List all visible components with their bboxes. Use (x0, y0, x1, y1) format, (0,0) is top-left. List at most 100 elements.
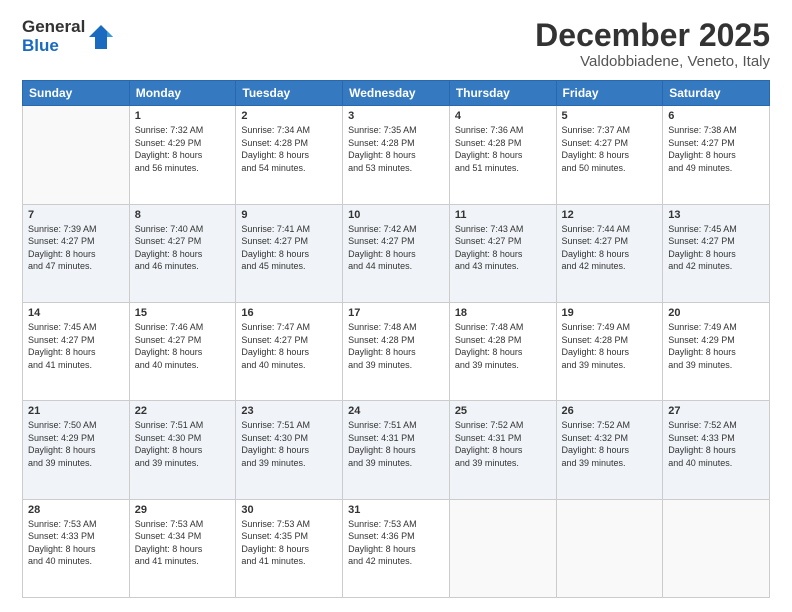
calendar-week-row: 21 Sunrise: 7:50 AM Sunset: 4:29 PM Dayli… (23, 401, 770, 499)
calendar-header-row: Sunday Monday Tuesday Wednesday Thursday… (23, 81, 770, 106)
day-info: Sunrise: 7:51 AM Sunset: 4:30 PM Dayligh… (241, 419, 337, 469)
table-row: 13Sunrise: 7:45 AM Sunset: 4:27 PM Dayli… (663, 204, 770, 302)
col-sunday: Sunday (23, 81, 130, 106)
day-info: Sunrise: 7:52 AM Sunset: 4:32 PM Dayligh… (562, 419, 658, 469)
day-info: Sunrise: 7:39 AM Sunset: 4:27 PM Dayligh… (28, 223, 124, 273)
table-row: 4 Sunrise: 7:36 AM Sunset: 4:28 PM Daylig… (449, 106, 556, 204)
day-info: Sunrise: 7:51 AM Sunset: 4:31 PM Dayligh… (348, 419, 444, 469)
table-row: 15 Sunrise: 7:46 AM Sunset: 4:27 PM Dayli… (129, 302, 236, 400)
day-number: 20 (668, 307, 764, 319)
table-row: 17 Sunrise: 7:48 AM Sunset: 4:28 PM Dayli… (343, 302, 450, 400)
day-number: 9 (241, 209, 337, 221)
day-info: Sunrise: 7:35 AM Sunset: 4:28 PM Dayligh… (348, 124, 444, 174)
table-row: 12 Sunrise: 7:44 AM Sunset: 4:27 PM Dayli… (556, 204, 663, 302)
table-row: 6Sunrise: 7:38 AM Sunset: 4:27 PM Daylig… (663, 106, 770, 204)
calendar-week-row: 14 Sunrise: 7:45 AM Sunset: 4:27 PM Dayli… (23, 302, 770, 400)
table-row (556, 499, 663, 597)
table-row: 1 Sunrise: 7:32 AM Sunset: 4:29 PM Daylig… (129, 106, 236, 204)
day-info: Sunrise: 7:40 AM Sunset: 4:27 PM Dayligh… (135, 223, 231, 273)
page: General Blue December 2025 Valdobbiadene… (0, 0, 792, 612)
day-info: Sunrise: 7:36 AM Sunset: 4:28 PM Dayligh… (455, 124, 551, 174)
day-number: 29 (135, 504, 231, 516)
calendar-week-row: 1 Sunrise: 7:32 AM Sunset: 4:29 PM Daylig… (23, 106, 770, 204)
day-info: Sunrise: 7:53 AM Sunset: 4:34 PM Dayligh… (135, 518, 231, 568)
day-number: 10 (348, 209, 444, 221)
table-row: 31Sunrise: 7:53 AM Sunset: 4:36 PM Dayli… (343, 499, 450, 597)
table-row: 20 Sunrise: 7:49 AM Sunset: 4:29 PM Dayli… (663, 302, 770, 400)
location: Valdobbiadene, Veneto, Italy (535, 53, 770, 70)
day-info: Sunrise: 7:42 AM Sunset: 4:27 PM Dayligh… (348, 223, 444, 273)
day-number: 14 (28, 307, 124, 319)
table-row (449, 499, 556, 597)
col-wednesday: Wednesday (343, 81, 450, 106)
logo: General Blue (22, 18, 115, 55)
table-row: 19Sunrise: 7:49 AM Sunset: 4:28 PM Dayli… (556, 302, 663, 400)
day-info: Sunrise: 7:50 AM Sunset: 4:29 PM Dayligh… (28, 419, 124, 469)
day-number: 7 (28, 209, 124, 221)
day-info: Sunrise: 7:43 AM Sunset: 4:27 PM Dayligh… (455, 223, 551, 273)
day-number: 5 (562, 110, 658, 122)
header: General Blue December 2025 Valdobbiadene… (22, 18, 770, 70)
logo-icon (87, 23, 115, 51)
table-row (663, 499, 770, 597)
table-row: 5 Sunrise: 7:37 AM Sunset: 4:27 PM Daylig… (556, 106, 663, 204)
day-info: Sunrise: 7:52 AM Sunset: 4:31 PM Dayligh… (455, 419, 551, 469)
day-info: Sunrise: 7:37 AM Sunset: 4:27 PM Dayligh… (562, 124, 658, 174)
day-number: 18 (455, 307, 551, 319)
table-row: 23 Sunrise: 7:51 AM Sunset: 4:30 PM Dayli… (236, 401, 343, 499)
day-number: 2 (241, 110, 337, 122)
table-row: 8 Sunrise: 7:40 AM Sunset: 4:27 PM Daylig… (129, 204, 236, 302)
day-info: Sunrise: 7:32 AM Sunset: 4:29 PM Dayligh… (135, 124, 231, 174)
day-number: 17 (348, 307, 444, 319)
calendar-week-row: 7 Sunrise: 7:39 AM Sunset: 4:27 PM Daylig… (23, 204, 770, 302)
day-info: Sunrise: 7:53 AM Sunset: 4:35 PM Dayligh… (241, 518, 337, 568)
table-row: 3Sunrise: 7:35 AM Sunset: 4:28 PM Daylig… (343, 106, 450, 204)
month-title: December 2025 (535, 18, 770, 53)
col-monday: Monday (129, 81, 236, 106)
table-row: 22Sunrise: 7:51 AM Sunset: 4:30 PM Dayli… (129, 401, 236, 499)
day-info: Sunrise: 7:52 AM Sunset: 4:33 PM Dayligh… (668, 419, 764, 469)
table-row: 28Sunrise: 7:53 AM Sunset: 4:33 PM Dayli… (23, 499, 130, 597)
day-info: Sunrise: 7:49 AM Sunset: 4:29 PM Dayligh… (668, 321, 764, 371)
day-info: Sunrise: 7:45 AM Sunset: 4:27 PM Dayligh… (28, 321, 124, 371)
col-thursday: Thursday (449, 81, 556, 106)
day-number: 22 (135, 405, 231, 417)
day-info: Sunrise: 7:46 AM Sunset: 4:27 PM Dayligh… (135, 321, 231, 371)
logo-blue: Blue (22, 37, 85, 56)
table-row: 11 Sunrise: 7:43 AM Sunset: 4:27 PM Dayli… (449, 204, 556, 302)
day-number: 25 (455, 405, 551, 417)
table-row: 27 Sunrise: 7:52 AM Sunset: 4:33 PM Dayli… (663, 401, 770, 499)
day-info: Sunrise: 7:45 AM Sunset: 4:27 PM Dayligh… (668, 223, 764, 273)
day-info: Sunrise: 7:48 AM Sunset: 4:28 PM Dayligh… (455, 321, 551, 371)
day-info: Sunrise: 7:41 AM Sunset: 4:27 PM Dayligh… (241, 223, 337, 273)
day-info: Sunrise: 7:44 AM Sunset: 4:27 PM Dayligh… (562, 223, 658, 273)
calendar-week-row: 28Sunrise: 7:53 AM Sunset: 4:33 PM Dayli… (23, 499, 770, 597)
day-info: Sunrise: 7:34 AM Sunset: 4:28 PM Dayligh… (241, 124, 337, 174)
day-number: 23 (241, 405, 337, 417)
day-number: 4 (455, 110, 551, 122)
day-number: 11 (455, 209, 551, 221)
day-number: 1 (135, 110, 231, 122)
col-tuesday: Tuesday (236, 81, 343, 106)
day-number: 21 (28, 405, 124, 417)
table-row: 7 Sunrise: 7:39 AM Sunset: 4:27 PM Daylig… (23, 204, 130, 302)
day-number: 28 (28, 504, 124, 516)
table-row: 16Sunrise: 7:47 AM Sunset: 4:27 PM Dayli… (236, 302, 343, 400)
day-number: 8 (135, 209, 231, 221)
table-row: 21 Sunrise: 7:50 AM Sunset: 4:29 PM Dayli… (23, 401, 130, 499)
table-row: 26 Sunrise: 7:52 AM Sunset: 4:32 PM Dayli… (556, 401, 663, 499)
day-number: 12 (562, 209, 658, 221)
day-info: Sunrise: 7:47 AM Sunset: 4:27 PM Dayligh… (241, 321, 337, 371)
day-number: 26 (562, 405, 658, 417)
table-row: 30Sunrise: 7:53 AM Sunset: 4:35 PM Dayli… (236, 499, 343, 597)
day-info: Sunrise: 7:48 AM Sunset: 4:28 PM Dayligh… (348, 321, 444, 371)
day-number: 15 (135, 307, 231, 319)
day-number: 31 (348, 504, 444, 516)
day-number: 27 (668, 405, 764, 417)
title-block: December 2025 Valdobbiadene, Veneto, Ita… (535, 18, 770, 70)
day-number: 6 (668, 110, 764, 122)
logo-general: General (22, 18, 85, 37)
table-row: 10 Sunrise: 7:42 AM Sunset: 4:27 PM Dayli… (343, 204, 450, 302)
table-row: 2 Sunrise: 7:34 AM Sunset: 4:28 PM Daylig… (236, 106, 343, 204)
calendar: Sunday Monday Tuesday Wednesday Thursday… (22, 80, 770, 598)
